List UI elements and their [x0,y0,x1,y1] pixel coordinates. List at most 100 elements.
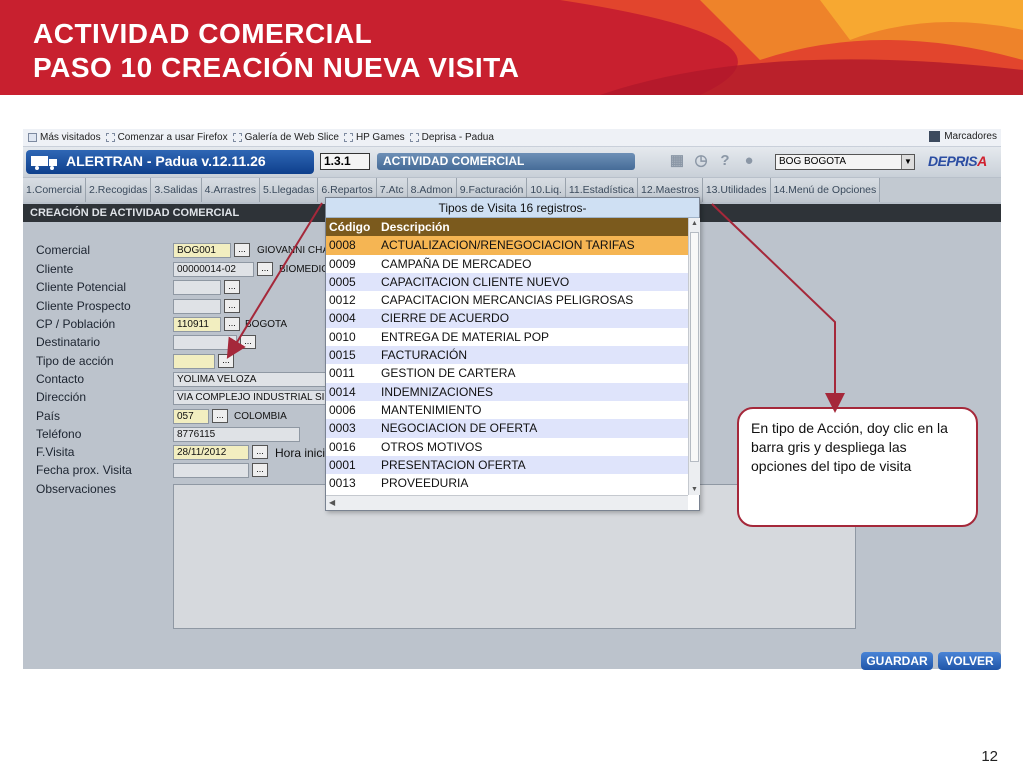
list-item[interactable]: 0010 ENTREGA DE MATERIAL POP [326,327,688,347]
pais-lookup-button[interactable]: ... [212,409,228,423]
chevron-down-icon[interactable]: ▼ [901,155,914,169]
scroll-up-icon[interactable]: ▲ [689,220,700,227]
bookmark-label: Comenzar a usar Firefox [117,132,228,143]
tipo-accion-lookup-button[interactable]: ... [218,354,234,368]
list-item[interactable]: 0006 MANTENIMIENTO [326,400,688,420]
tab-utilidades[interactable]: 13.Utilidades [702,178,771,202]
program-code: 1.3.1 [320,153,370,170]
item-code: 0013 [329,476,356,491]
pais-code-field[interactable]: 057 [173,409,209,424]
label-cliente-prospecto: Cliente Prospecto [36,299,131,313]
list-item[interactable]: 0004 CIERRE DE ACUERDO [326,309,688,328]
label-pais: País [36,409,61,423]
fvisita-calendar-button[interactable]: ... [252,445,268,459]
scroll-thumb[interactable] [690,232,699,462]
item-desc: CIERRE DE ACUERDO [381,311,510,326]
list-item[interactable]: 0015 FACTURACIÓN [326,346,688,365]
destinatario-lookup-button[interactable]: ... [240,335,256,349]
item-desc: ACTUALIZACION/RENEGOCIACION TARIFAS [381,238,635,253]
item-desc: FACTURACIÓN [381,348,468,363]
bookmark-label: Más visitados [40,132,101,143]
slide: ACTIVIDAD COMERCIAL PASO 10 CREACIÓN NUE… [0,0,1023,783]
comercial-lookup-button[interactable]: ... [234,243,250,257]
list-item[interactable]: 0003 NEGOCIACION DE OFERTA [326,419,688,438]
tab-recogidas[interactable]: 2.Recogidas [86,178,152,202]
item-desc: INDEMNIZACIONES [381,384,494,399]
item-desc: CAMPAÑA DE MERCADEO [381,256,532,271]
bookmark-comenzar-firefox[interactable]: Comenzar a usar Firefox [105,132,228,143]
fvisita-field[interactable]: 28/11/2012 [173,445,249,460]
fecha-prox-visita-field[interactable] [173,463,249,478]
cp-lookup-button[interactable]: ... [224,317,240,331]
bookmark-deprisa-padua[interactable]: Deprisa - Padua [409,132,494,143]
cliente-lookup-button[interactable]: ... [257,262,273,276]
popup-horizontal-scrollbar[interactable]: ◀ [326,495,688,510]
slide-header-banner: ACTIVIDAD COMERCIAL PASO 10 CREACIÓN NUE… [0,0,1023,95]
list-item[interactable]: 0011 GESTION DE CARTERA [326,364,688,383]
cliente-prospecto-field[interactable] [173,299,221,314]
poblacion-name: BOGOTA [245,319,288,330]
comercial-name: GIOVANNI CHA [257,245,327,256]
comercial-code-field[interactable]: BOG001 [173,243,231,258]
item-desc: CAPACITACION CLIENTE NUEVO [381,274,570,289]
instruction-callout: En tipo de Acción, doy clic en la barra … [737,407,978,527]
user-icon[interactable]: ● [741,153,757,169]
contacto-field[interactable]: YOLIMA VELOZA [173,372,327,387]
fecha-prox-calendar-button[interactable]: ... [252,463,268,477]
item-desc: CAPACITACION MERCANCIAS PELIGROSAS [381,293,634,308]
tab-arrastres[interactable]: 4.Arrastres [201,178,260,202]
label-cp-poblacion: CP / Población [36,317,116,331]
slide-title-line1: ACTIVIDAD COMERCIAL [33,18,373,49]
cliente-code-field[interactable]: 00000014-02 [173,262,254,277]
list-item[interactable]: 0001 PRESENTACION OFERTA [326,455,688,475]
list-item[interactable]: 0008 ACTUALIZACION/RENEGOCIACION TARIFAS [326,236,688,255]
tipo-accion-field[interactable] [173,354,215,369]
label-tipo-accion: Tipo de acción [36,354,114,368]
tab-menu-opciones[interactable]: 14.Menú de Opciones [770,178,881,202]
label-observaciones: Observaciones [36,482,117,496]
list-item[interactable]: 0013 PROVEEDURIA [326,474,688,493]
cliente-prospecto-lookup-button[interactable]: ... [224,299,240,313]
cp-field[interactable]: 110911 [173,317,221,332]
column-header-codigo[interactable]: Código [326,218,381,236]
destinatario-field[interactable] [173,335,237,350]
bookmarks-menu[interactable]: Marcadores [929,131,997,142]
list-item[interactable]: 0009 CAMPAÑA DE MERCADEO [326,254,688,273]
scroll-left-icon[interactable]: ◀ [329,498,335,507]
bookmarks-star-icon [929,131,941,142]
list-item[interactable]: 0005 CAPACITACION CLIENTE NUEVO [326,272,688,292]
list-item[interactable]: 0014 INDEMNIZACIONES [326,382,688,401]
popup-vertical-scrollbar[interactable]: ▲ ▼ [688,218,700,495]
clock-icon[interactable]: ◷ [693,153,709,169]
slide-title-line2: PASO 10 CREACIÓN NUEVA VISITA [33,52,520,83]
city-select[interactable]: BOG BOGOTA ▼ [775,154,915,170]
direccion-field[interactable]: VIA COMPLEJO INDUSTRIAL SIBER [173,390,327,405]
column-header-descripcion[interactable]: Descripción [381,218,688,236]
bookmark-hp-games[interactable]: HP Games [343,132,405,143]
item-code: 0009 [329,256,356,271]
scroll-down-icon[interactable]: ▼ [689,486,700,493]
tab-comercial[interactable]: 1.Comercial [23,178,87,202]
cliente-potencial-field[interactable] [173,280,221,295]
bookmark-mas-visitados[interactable]: Más visitados [28,132,101,143]
item-desc: ENTREGA DE MATERIAL POP [381,329,550,344]
guardar-button[interactable]: GUARDAR [861,652,933,670]
slide-title: ACTIVIDAD COMERCIAL PASO 10 CREACIÓN NUE… [33,17,519,85]
calendar-icon[interactable]: ▦ [669,153,685,169]
label-fvisita: F.Visita [36,445,75,459]
volver-button[interactable]: VOLVER [938,652,1001,670]
bookmark-web-slice[interactable]: Galería de Web Slice [232,132,339,143]
item-code: 0011 [329,366,355,381]
app-logo: ALERTRAN - Padua v.12.11.26 [26,150,314,174]
item-code: 0015 [329,348,356,363]
truck-icon [31,156,57,170]
list-item[interactable]: 0012 CAPACITACION MERCANCIAS PELIGROSAS [326,291,688,310]
telefono-field[interactable]: 8776115 [173,427,300,442]
list-item[interactable]: 0016 OTROS MOTIVOS [326,437,688,456]
tab-llegadas[interactable]: 5.Llegadas [259,178,319,202]
help-icon[interactable]: ? [717,153,733,169]
popup-title: Tipos de Visita 16 registros- [326,198,699,218]
cliente-potencial-lookup-button[interactable]: ... [224,280,240,294]
tab-salidas[interactable]: 3.Salidas [151,178,202,202]
label-cliente-potencial: Cliente Potencial [36,280,127,294]
